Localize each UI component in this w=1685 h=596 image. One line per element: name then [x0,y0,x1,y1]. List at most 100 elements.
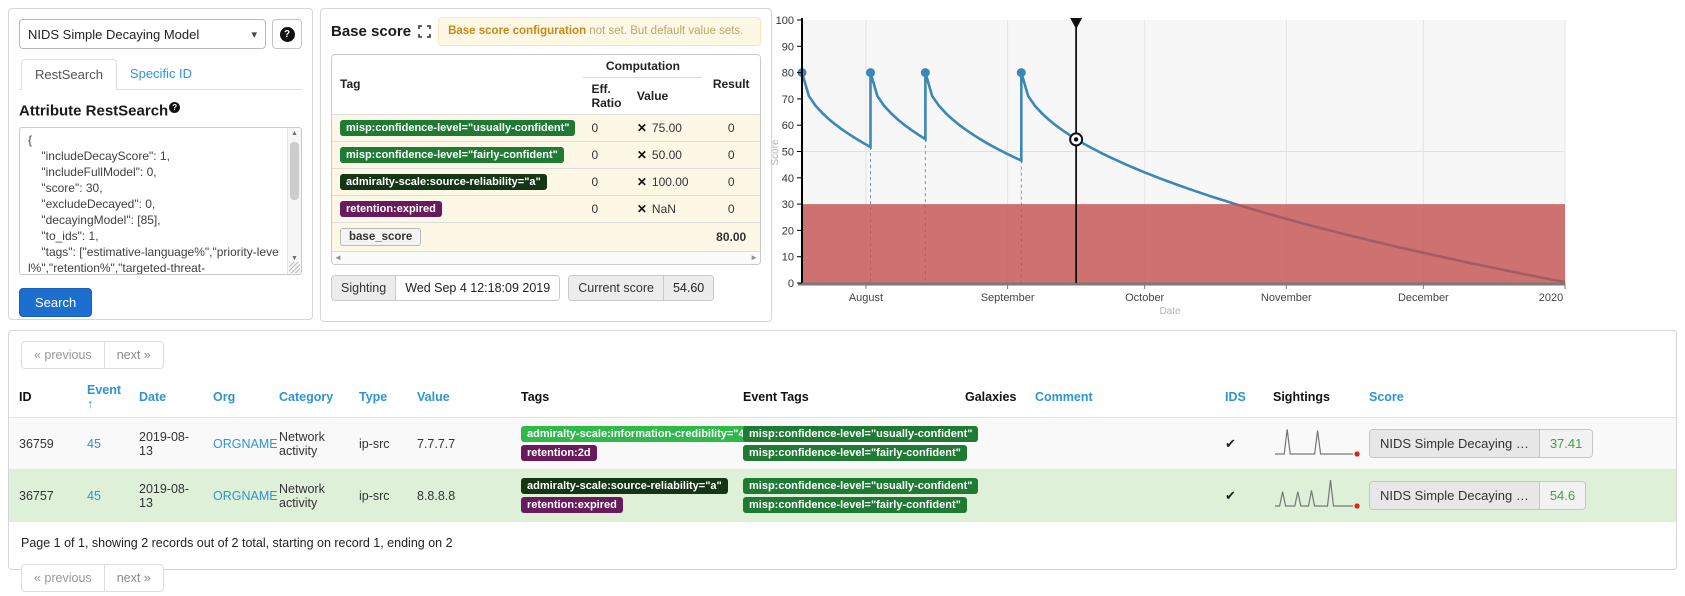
next-page-button[interactable]: next » [105,564,164,592]
sighting-label: Sighting [332,276,396,300]
column-header-ids[interactable]: IDS [1215,377,1263,418]
tag-badge[interactable]: admiralty-scale:information-credibility=… [521,426,756,442]
y-tick-label: 70 [782,94,794,106]
restsearch-body-textarea[interactable]: { "includeDecayScore": 1, "includeFullMo… [19,127,302,275]
base-score-row: misp:confidence-level="usually-confident… [332,114,760,141]
sort-asc-icon: ↑ [87,397,93,411]
decaying-model-tool-page: NIDS Simple Decaying Model ▾ ? RestSearc… [0,0,1685,596]
sighting-point[interactable] [1017,68,1026,77]
search-tabs: RestSearch Specific ID [19,59,302,90]
current-score-group: Current score 54.60 [568,275,714,301]
org-link[interactable]: ORGNAME [213,437,278,451]
scroll-down-icon[interactable]: ▼ [288,255,301,262]
tag-badge[interactable]: admiralty-scale:source-reliability="a" [521,478,728,494]
computation-value-cell: ✕75.00 [629,114,703,141]
x-tick-label: October [1125,292,1164,304]
event-tags-stack: misp:confidence-level="usually-confident… [743,426,945,461]
sighting-group: Sighting Wed Sep 4 12:18:09 2019 [331,275,560,301]
textarea-scrollbar[interactable]: ▲ ▼ [287,128,301,274]
column-header-score[interactable]: Score [1359,377,1676,418]
column-header-computation: Computation [583,55,702,78]
check-icon: ✔ [1225,436,1236,451]
sighting-point[interactable] [866,68,875,77]
column-header-date[interactable]: Date [129,377,203,418]
computation-value-cell: ✕NaN [629,195,703,222]
pagination-bottom: « previous next » [21,564,164,592]
event-link[interactable]: 45 [87,489,101,503]
tag-badge[interactable]: retention:2d [521,445,597,461]
scrollbar-thumb[interactable] [290,142,299,200]
attribute-value: 8.8.8.8 [407,470,511,522]
resize-grip-icon[interactable] [289,262,300,273]
org-link[interactable]: ORGNAME [213,489,278,503]
scroll-up-icon[interactable]: ▲ [288,130,301,137]
column-header-org[interactable]: Org [203,377,269,418]
result-value: 0 [702,168,760,195]
event-link[interactable]: 45 [87,437,101,451]
score-value: 37.41 [1540,430,1593,457]
expand-icon[interactable] [418,25,431,38]
column-header-event[interactable]: Event ↑ [77,377,129,418]
attribute-date: 2019-08-13 [129,418,203,470]
sighting-point[interactable] [921,68,930,77]
attribute-type: ip-src [349,470,407,522]
model-select[interactable]: NIDS Simple Decaying Model ▾ [19,19,266,49]
column-header-galaxies: Galaxies [955,377,1025,418]
previous-page-button[interactable]: « previous [21,564,105,592]
tag-badge[interactable]: retention:expired [521,497,623,513]
y-tick-label: 100 [776,15,794,27]
tag-badge[interactable]: misp:confidence-level="usually-confident… [340,120,575,136]
last-sighting-dot [1354,451,1359,456]
result-value: 0 [702,141,760,168]
y-axis-title: Score [770,139,781,166]
eff-ratio-value: 0 [583,114,628,141]
column-header-type[interactable]: Type [349,377,407,418]
column-header-sightings: Sightings [1263,377,1359,418]
column-header-category[interactable]: Category [269,377,349,418]
threshold-zone [802,204,1565,283]
attribute-comment [1025,418,1215,470]
restsearch-tab-content: Attribute RestSearch? { "includeDecaySco… [19,90,302,317]
tag-badge[interactable]: misp:confidence-level="fairly-confident" [340,147,564,163]
sighting-row: Sighting Wed Sep 4 12:18:09 2019 Current… [331,275,761,301]
column-header-result: Result [702,55,760,115]
tab-restsearch[interactable]: RestSearch [21,59,117,90]
y-tick-label: 80 [782,68,794,80]
base-score-tbody: misp:confidence-level="usually-confident… [332,114,760,251]
y-tick-label: 50 [782,147,794,159]
computation-value: 50.00 [652,148,682,162]
next-page-button[interactable]: next » [105,341,164,369]
attribute-type: ip-src [349,418,407,470]
tag-badge[interactable]: admiralty-scale:source-reliability="a" [340,174,547,190]
column-header-comment[interactable]: Comment [1025,377,1215,418]
tag-badge[interactable]: retention:expired [340,201,442,217]
previous-page-button[interactable]: « previous [21,341,105,369]
tab-specific-id[interactable]: Specific ID [117,59,205,89]
cursor-marker-dot [1074,137,1078,141]
y-tick-label: 90 [782,41,794,53]
decay-score-chart[interactable]: 0102030405060708090100AugustSeptemberOct… [770,6,1585,322]
tag-badge[interactable]: misp:confidence-level="usually-confident… [743,426,978,442]
computation-value: NaN [652,202,676,216]
model-help-button[interactable]: ? [272,19,302,49]
tag-badge[interactable]: misp:confidence-level="fairly-confident" [743,445,967,461]
multiply-icon: ✕ [637,121,647,135]
scroll-left-icon[interactable]: ◄ [334,253,342,262]
computation-value: 100.00 [652,175,689,189]
search-button[interactable]: Search [19,288,92,317]
tag-badge[interactable]: misp:confidence-level="fairly-confident" [743,497,967,513]
y-tick-label: 30 [782,199,794,211]
column-header-tag: Tag [332,55,583,115]
horizontal-scrollbar[interactable]: ◄ ► [332,251,760,264]
eff-ratio-value: 0 [583,141,628,168]
model-search-panel: NIDS Simple Decaying Model ▾ ? RestSearc… [8,8,313,320]
check-icon: ✔ [1225,488,1236,503]
multiply-icon: ✕ [637,175,647,189]
column-header-value[interactable]: Value [407,377,511,418]
pagination-top: « previous next » [21,341,164,369]
model-select-row: NIDS Simple Decaying Model ▾ ? [19,19,302,49]
attribute-id: 36757 [9,470,77,522]
sightings-sparkline [1273,424,1365,460]
tag-badge[interactable]: misp:confidence-level="usually-confident… [743,478,978,494]
scroll-right-icon[interactable]: ► [750,253,758,262]
